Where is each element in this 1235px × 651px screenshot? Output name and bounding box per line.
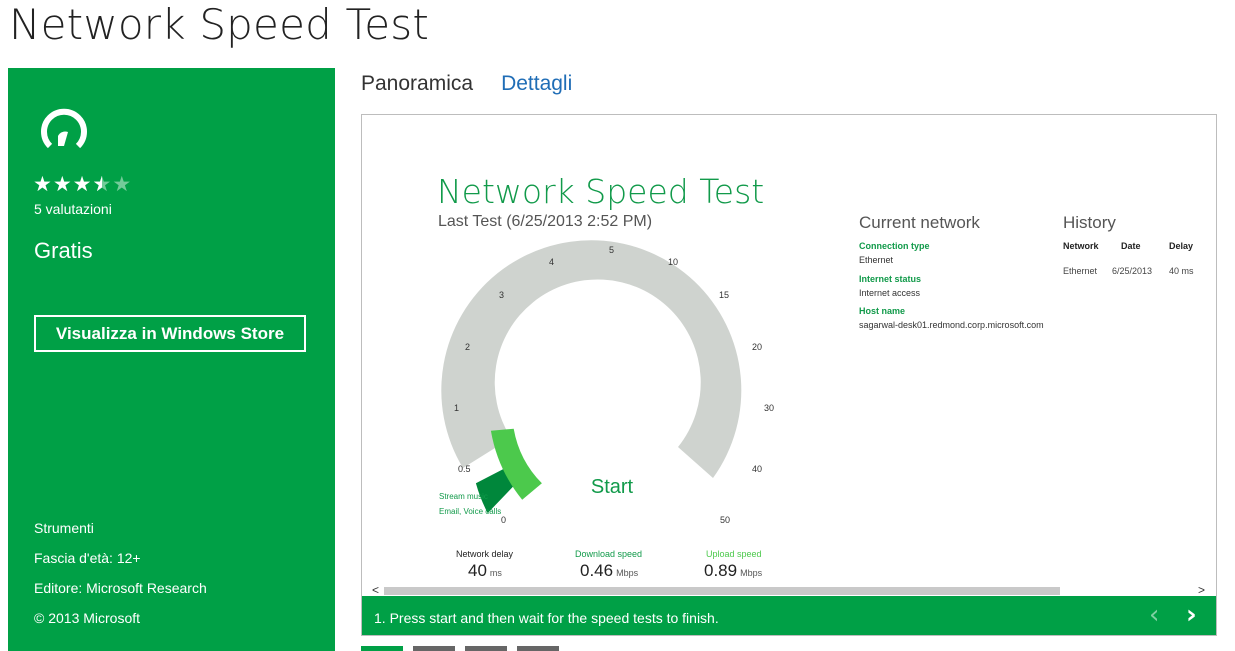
gauge-tick-5: 5	[609, 245, 614, 255]
caption-bar: 1. Press start and then wait for the spe…	[362, 596, 1216, 635]
internet-status-label: Internet status	[859, 274, 922, 284]
history-cell: Ethernet	[1063, 266, 1098, 276]
gauge-tick-0.5: 0.5	[458, 464, 471, 474]
screenshot-thumbnail[interactable]	[413, 646, 455, 651]
tab-bar: Panoramica Dettagli	[361, 72, 572, 96]
page-title: Network Speed Test	[9, 0, 430, 49]
host-name-value: sagarwal-desk01.redmond.corp.microsoft.c…	[859, 320, 1044, 330]
star-empty-icon: ★	[112, 172, 133, 196]
download-speed-label: Download speed	[575, 549, 643, 559]
screenshot-viewer: Network Speed Test Last Test (6/25/2013 …	[361, 114, 1217, 636]
gauge-tick-15: 15	[719, 290, 729, 300]
screenshot-caption: 1. Press start and then wait for the spe…	[374, 610, 719, 626]
publisher-label: Editore: Microsoft Research	[34, 580, 207, 596]
screenshot-thumbnail[interactable]	[465, 646, 507, 651]
next-screenshot-button[interactable]: ›	[1186, 600, 1197, 630]
history-col-delay: Delay	[1169, 241, 1194, 251]
star-filled-icon: ★★★	[33, 172, 93, 196]
scroll-right-icon[interactable]: >	[1198, 583, 1205, 597]
connection-type-value: Ethernet	[859, 255, 894, 265]
upload-speed-label: Upload speed	[706, 549, 762, 559]
tab-overview[interactable]: Panoramica	[361, 72, 473, 96]
gauge-tick-20: 20	[752, 342, 762, 352]
gauge-tick-3: 3	[499, 290, 504, 300]
gauge-start-button[interactable]: Start	[591, 476, 634, 498]
host-name-label: Host name	[859, 306, 906, 316]
gauge-tick-40: 40	[752, 464, 762, 474]
tab-details[interactable]: Dettagli	[501, 72, 572, 96]
rating-count: 5 valutazioni	[34, 201, 112, 217]
internet-status-value: Internet access	[859, 288, 921, 298]
download-speed-value: 0.46 Mbps	[580, 561, 639, 580]
age-rating-label: Fascia d'età: 12+	[34, 550, 141, 566]
current-network-heading: Current network	[859, 213, 980, 232]
category-label: Strumenti	[34, 520, 94, 536]
network-delay-value: 40 ms	[468, 561, 502, 580]
app-sidebar: ★★★★★★ 5 valutazioni Gratis Visualizza i…	[8, 68, 335, 651]
upload-speed-value: 0.89 Mbps	[704, 561, 763, 580]
copyright-label: © 2013 Microsoft	[34, 610, 141, 626]
gauge-tick-2: 2	[465, 342, 470, 352]
previous-screenshot-button[interactable]: ‹	[1149, 600, 1159, 630]
gauge-tick-50: 50	[720, 515, 730, 525]
price-label: Gratis	[34, 238, 93, 263]
screenshot-thumbnail[interactable]	[361, 646, 403, 651]
gauge-tick-0: 0	[501, 515, 506, 525]
history-heading: History	[1063, 213, 1116, 232]
connection-type-label: Connection type	[859, 241, 930, 251]
gauge-track	[441, 240, 742, 478]
history-col-date: Date	[1121, 241, 1141, 251]
view-in-store-button[interactable]: Visualizza in Windows Store	[34, 315, 306, 352]
speed-gauge: 0 0.5 1 2 3 4 5 10 15 20 30 40 50 Stream…	[439, 240, 774, 525]
scrollbar-thumb[interactable]	[384, 587, 1060, 595]
gauge-tick-4: 4	[549, 257, 554, 267]
app-screenshot: Network Speed Test Last Test (6/25/2013 …	[362, 115, 1216, 585]
gauge-tick-10: 10	[668, 257, 678, 267]
gauge-band-label-music: Stream music	[439, 492, 488, 501]
screenshot-thumbnail[interactable]	[517, 646, 559, 651]
history-cell: 40 ms	[1169, 266, 1194, 276]
speedometer-logo-icon	[41, 108, 87, 149]
rating-stars: ★★★★★★	[33, 172, 132, 196]
gauge-tick-1: 1	[454, 403, 459, 413]
gauge-band-label-email: Email, Voice calls	[439, 507, 501, 516]
network-delay-label: Network delay	[456, 549, 514, 559]
star-half-icon: ★★	[92, 172, 113, 196]
history-col-network: Network	[1063, 241, 1099, 251]
scroll-left-icon[interactable]: <	[372, 583, 379, 597]
gauge-tick-30: 30	[764, 403, 774, 413]
history-cell: 6/25/2013	[1112, 266, 1153, 276]
